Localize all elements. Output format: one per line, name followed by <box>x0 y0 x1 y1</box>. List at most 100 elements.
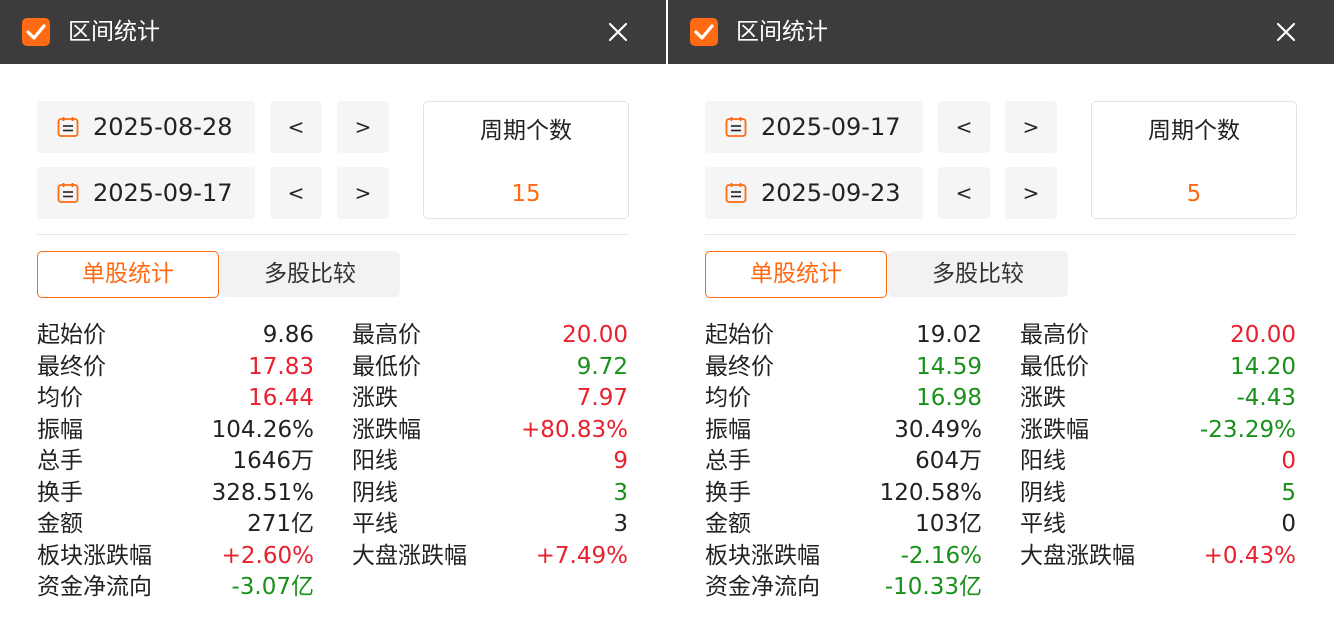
start-date-prev-button[interactable]: < <box>938 101 990 153</box>
stat-value: 17.83 <box>248 353 314 380</box>
stat-row: 振幅 30.49% <box>705 415 982 446</box>
end-date-prev-button[interactable]: < <box>938 167 990 219</box>
stat-row: 资金净流向 -3.07亿 <box>37 572 314 603</box>
end-date-picker[interactable]: 2025-09-17 <box>37 167 255 219</box>
stat-value: 14.20 <box>1230 353 1296 380</box>
stat-value: 16.98 <box>916 385 982 411</box>
title-bar: 区间统计 <box>668 0 1334 64</box>
stat-label: 涨跌 <box>1020 385 1066 411</box>
end-date-picker[interactable]: 2025-09-23 <box>705 167 923 219</box>
stat-row: 起始价 9.86 <box>37 320 314 351</box>
start-date-text: 2025-08-28 <box>93 113 233 141</box>
end-date-next-button[interactable]: > <box>1005 167 1057 219</box>
stat-value: 103亿 <box>915 511 982 537</box>
interval-stats-screen: 区间统计 2025-08-28 < > 2025-09-17 < > 周期个数 … <box>0 0 1334 628</box>
stat-value: 3 <box>613 511 628 537</box>
stat-value: -4.43 <box>1236 385 1296 411</box>
checkbox-icon <box>22 18 50 46</box>
stat-label: 最低价 <box>1020 353 1089 380</box>
stat-label: 资金净流向 <box>705 574 820 600</box>
stat-value: 19.02 <box>916 322 982 348</box>
stat-row: 最终价 17.83 <box>37 352 314 383</box>
stat-value: 9 <box>613 448 628 474</box>
close-button[interactable] <box>1268 14 1304 50</box>
stat-row: 最高价 20.00 <box>1020 320 1296 351</box>
stat-value: +80.83% <box>521 416 628 443</box>
stat-label: 起始价 <box>37 322 106 348</box>
stat-label: 振幅 <box>705 416 751 443</box>
close-icon <box>608 22 628 42</box>
stat-row: 大盘涨跌幅 +0.43% <box>1020 541 1296 572</box>
start-date-text: 2025-09-17 <box>761 113 901 141</box>
divider <box>37 234 629 235</box>
stat-label: 起始价 <box>705 322 774 348</box>
stat-value: +2.60% <box>221 542 314 569</box>
stat-value: 0 <box>1281 448 1296 474</box>
stat-value: 104.26% <box>211 416 314 443</box>
period-count-label: 周期个数 <box>1148 118 1240 144</box>
stat-value: 120.58% <box>879 479 982 506</box>
stat-label: 换手 <box>705 479 751 506</box>
end-date-text: 2025-09-23 <box>761 179 901 207</box>
stat-value: +0.43% <box>1203 542 1296 569</box>
stat-value: 328.51% <box>211 479 314 506</box>
interval-stats-panel-1: 区间统计 2025-08-28 < > 2025-09-17 < > 周期个数 … <box>0 0 666 628</box>
stat-row: 平线 0 <box>1020 509 1296 540</box>
tab-multi-stock[interactable]: 多股比较 <box>220 251 400 297</box>
start-date-picker[interactable]: 2025-09-17 <box>705 101 923 153</box>
stat-label: 大盘涨跌幅 <box>1020 542 1135 569</box>
stat-value: -23.29% <box>1200 416 1296 443</box>
stat-label: 最终价 <box>705 353 774 380</box>
stat-row: 大盘涨跌幅 +7.49% <box>352 541 628 572</box>
stat-row: 阴线 3 <box>352 478 628 509</box>
calendar-icon <box>57 183 79 203</box>
stat-label: 振幅 <box>37 416 83 443</box>
stat-label: 换手 <box>37 479 83 506</box>
stat-value: 16.44 <box>248 385 314 411</box>
stat-value: 20.00 <box>1230 322 1296 348</box>
tab-multi-stock[interactable]: 多股比较 <box>888 251 1068 297</box>
period-count-card: 周期个数 15 <box>423 101 629 219</box>
end-date-next-button[interactable]: > <box>337 167 389 219</box>
calendar-icon <box>57 117 79 137</box>
stat-row: 板块涨跌幅 -2.16% <box>705 541 982 572</box>
stat-row: 资金净流向 -10.33亿 <box>705 572 982 603</box>
period-count-label: 周期个数 <box>480 118 572 144</box>
stat-label: 金额 <box>705 511 751 537</box>
window-title: 区间统计 <box>736 19 828 45</box>
window-title: 区间统计 <box>68 19 160 45</box>
close-button[interactable] <box>600 14 636 50</box>
stat-value: 604万 <box>915 448 982 474</box>
stat-row: 最低价 14.20 <box>1020 352 1296 383</box>
stat-label: 阴线 <box>352 479 398 506</box>
tab-single-stock[interactable]: 单股统计 <box>37 251 219 298</box>
stat-row: 阴线 5 <box>1020 478 1296 509</box>
tab-single-stock[interactable]: 单股统计 <box>705 251 887 298</box>
stat-value: 14.59 <box>916 353 982 380</box>
stat-label: 板块涨跌幅 <box>37 542 152 569</box>
stat-value: 9.86 <box>262 322 314 348</box>
stat-row: 起始价 19.02 <box>705 320 982 351</box>
start-date-prev-button[interactable]: < <box>270 101 322 153</box>
stat-row: 平线 3 <box>352 509 628 540</box>
stat-label: 金额 <box>37 511 83 537</box>
stat-label: 阴线 <box>1020 479 1066 506</box>
stat-label: 最终价 <box>37 353 106 380</box>
stat-row: 换手 328.51% <box>37 478 314 509</box>
calendar-icon <box>725 117 747 137</box>
stat-row: 总手 604万 <box>705 446 982 477</box>
stat-label: 最高价 <box>352 322 421 348</box>
stat-label: 均价 <box>37 385 83 411</box>
stat-row: 金额 271亿 <box>37 509 314 540</box>
stat-label: 资金净流向 <box>37 574 152 600</box>
stat-label: 总手 <box>37 448 83 474</box>
end-date-prev-button[interactable]: < <box>270 167 322 219</box>
stat-label: 阳线 <box>352 448 398 474</box>
stat-value: -2.16% <box>900 542 982 569</box>
start-date-next-button[interactable]: > <box>1005 101 1057 153</box>
close-icon <box>1276 22 1296 42</box>
start-date-next-button[interactable]: > <box>337 101 389 153</box>
stat-value: 30.49% <box>894 416 982 443</box>
calendar-icon <box>725 183 747 203</box>
start-date-picker[interactable]: 2025-08-28 <box>37 101 255 153</box>
